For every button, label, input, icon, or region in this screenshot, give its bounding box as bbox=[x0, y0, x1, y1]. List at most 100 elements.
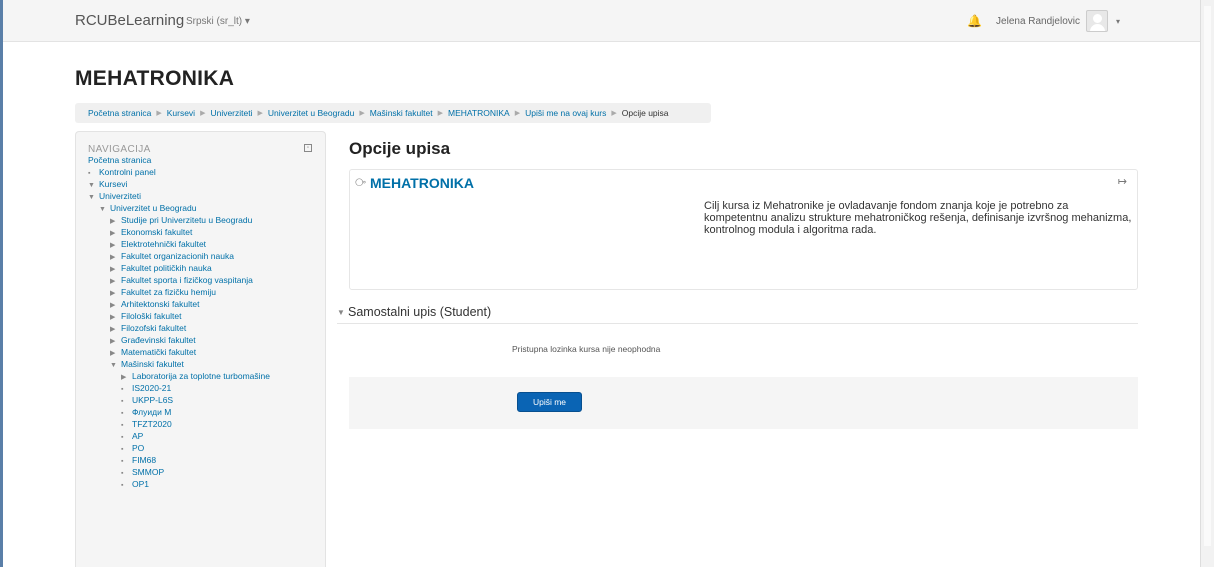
nav-item[interactable]: ▼ Mašinski fakultet bbox=[88, 358, 323, 370]
breadcrumb-item-current: Opcije upisa bbox=[621, 108, 669, 118]
course-icon: ⧂ bbox=[355, 177, 366, 189]
nav-item-label[interactable]: TFZT2020 bbox=[132, 419, 172, 429]
nav-item[interactable]: ▼ Univerziteti bbox=[88, 190, 323, 202]
breadcrumb-item-home[interactable]: Početna stranica bbox=[88, 108, 151, 118]
vertical-scrollbar[interactable] bbox=[1200, 0, 1214, 567]
main-heading: Opcije upisa bbox=[349, 139, 451, 158]
nav-item-label[interactable]: Studije pri Univerzitetu u Beogradu bbox=[121, 215, 252, 225]
breadcrumb-item-universities[interactable]: Univerziteti bbox=[210, 108, 252, 118]
breadcrumb-separator-icon: ▶ bbox=[359, 110, 365, 117]
breadcrumb-item-university-belgrade[interactable]: Univerzitet u Beogradu bbox=[268, 108, 354, 118]
nav-item-label[interactable]: Filološki fakultet bbox=[121, 311, 181, 321]
self-enrol-section-header[interactable]: ▼ Samostalni upis (Student) bbox=[337, 302, 1138, 324]
nav-item[interactable]: ▼ Univerzitet u Beogradu bbox=[88, 202, 323, 214]
nav-item[interactable]: ▪ SMMOP bbox=[88, 466, 323, 478]
nav-item-label[interactable]: Fakultet sporta i fizičkog vaspitanja bbox=[121, 275, 253, 285]
nav-item-label[interactable]: UKPP-L6S bbox=[132, 395, 173, 405]
navigation-block: NAVIGACIJA ▫ Početna stranica ▪ Kontrolni… bbox=[75, 131, 326, 567]
nav-item-label[interactable]: FIM68 bbox=[132, 455, 156, 465]
nav-item[interactable]: ▪ TFZT2020 bbox=[88, 418, 323, 430]
nav-item[interactable]: ▪ UKPP-L6S bbox=[88, 394, 323, 406]
nav-item-label[interactable]: Fakultet političkih nauka bbox=[121, 263, 212, 273]
nav-item-label[interactable]: Флуиди М bbox=[132, 407, 171, 417]
user-name[interactable]: Jelena Randjelovic bbox=[996, 16, 1080, 27]
nav-item[interactable]: ▶ Fakultet organizacionih nauka bbox=[88, 250, 323, 262]
course-box: ⧂ MEHATRONIKA ↦ Cilj kursa iz Mehatronik… bbox=[349, 169, 1138, 290]
breadcrumb-item-course[interactable]: MEHATRONIKA bbox=[448, 108, 510, 118]
nav-item[interactable]: ▪ Флуиди М bbox=[88, 406, 323, 418]
window-frame-left bbox=[0, 0, 3, 567]
nav-item-label[interactable]: Ekonomski fakultet bbox=[121, 227, 192, 237]
chevron-down-icon[interactable]: ▼ bbox=[337, 308, 345, 317]
scrollbar-thumb[interactable] bbox=[1204, 6, 1211, 546]
chevron-down-icon[interactable]: ▾ bbox=[1116, 17, 1120, 26]
nav-item[interactable]: ▶ Elektrotehnički fakultet bbox=[88, 238, 323, 250]
enrol-icon: ↦ bbox=[1117, 176, 1127, 188]
nav-item[interactable]: ▶ Građevinski fakultet bbox=[88, 334, 323, 346]
nav-item-label[interactable]: PO bbox=[132, 443, 144, 453]
nav-item-label[interactable]: Mašinski fakultet bbox=[121, 359, 184, 369]
course-name-link[interactable]: MEHATRONIKA bbox=[370, 175, 474, 191]
nav-item-label[interactable]: Laboratorija za toplotne turbomašine bbox=[132, 371, 270, 381]
nav-item[interactable]: ▶ Filološki fakultet bbox=[88, 310, 323, 322]
enrol-me-button[interactable]: Upiši me bbox=[517, 392, 582, 412]
nav-item[interactable]: ▪ OP1 bbox=[88, 478, 323, 490]
section-title[interactable]: Samostalni upis (Student) bbox=[348, 305, 491, 319]
dock-icon[interactable]: ▫ bbox=[304, 144, 312, 152]
nav-item[interactable]: ▶ Filozofski fakultet bbox=[88, 322, 323, 334]
breadcrumb-item-courses[interactable]: Kursevi bbox=[167, 108, 195, 118]
site-brand-link[interactable]: RCUBeLearning bbox=[75, 12, 184, 29]
breadcrumb-separator-icon: ▶ bbox=[200, 110, 206, 117]
breadcrumb-item-faculty[interactable]: Mašinski fakultet bbox=[370, 108, 433, 118]
nav-item[interactable]: ▶ Fakultet za fizičku hemiju bbox=[88, 286, 323, 298]
chevron-down-icon[interactable]: ▼ bbox=[88, 192, 99, 204]
course-summary: Cilj kursa iz Mehatronike je ovladavanje… bbox=[704, 200, 1132, 236]
language-menu[interactable]: Srpski (sr_lt) ▾ bbox=[186, 16, 250, 27]
avatar[interactable] bbox=[1085, 10, 1108, 32]
nav-item-label[interactable]: OP1 bbox=[132, 479, 149, 489]
user-menu[interactable]: 🔔 Jelena Randjelovic ▾ bbox=[967, 8, 1120, 34]
nav-item-label[interactable]: Elektrotehnički fakultet bbox=[121, 239, 206, 249]
nav-item[interactable]: ▶ Ekonomski fakultet bbox=[88, 226, 323, 238]
nav-item-label[interactable]: Filozofski fakultet bbox=[121, 323, 186, 333]
breadcrumb-item-enrol[interactable]: Upiši me na ovaj kurs bbox=[525, 108, 606, 118]
nav-item-label[interactable]: Matematički fakultet bbox=[121, 347, 196, 357]
nav-item-label[interactable]: Fakultet organizacionih nauka bbox=[121, 251, 234, 261]
nav-item[interactable]: ▶ Laboratorija za toplotne turbomašine bbox=[88, 370, 323, 382]
nav-item-label[interactable]: Početna stranica bbox=[88, 155, 151, 165]
nav-item-label[interactable]: Kontrolni panel bbox=[99, 167, 156, 177]
nav-item-label[interactable]: IS2020-21 bbox=[132, 383, 171, 393]
breadcrumb: Početna stranica ▶ Kursevi ▶ Univerzitet… bbox=[75, 103, 711, 123]
bullet-icon: ▪ bbox=[121, 482, 124, 489]
nav-item[interactable]: ▪ IS2020-21 bbox=[88, 382, 323, 394]
bell-icon[interactable]: 🔔 bbox=[967, 14, 982, 28]
top-navbar: RCUBeLearning Srpski (sr_lt) ▾ 🔔 Jelena … bbox=[3, 0, 1200, 42]
nav-item[interactable]: ▪ Kontrolni panel bbox=[88, 166, 323, 178]
breadcrumb-separator-icon: ▶ bbox=[156, 110, 162, 117]
chevron-down-icon[interactable]: ▼ bbox=[110, 360, 121, 372]
no-key-notice: Pristupna lozinka kursa nije neophodna bbox=[512, 344, 661, 354]
nav-item-label[interactable]: Građevinski fakultet bbox=[121, 335, 196, 345]
nav-item[interactable]: ▪ AP bbox=[88, 430, 323, 442]
navigation-tree: Početna stranica ▪ Kontrolni panel ▼ Kursev… bbox=[88, 154, 323, 490]
nav-item[interactable]: ▼ Kursevi bbox=[88, 178, 323, 190]
nav-item-label[interactable]: Univerzitet u Beogradu bbox=[110, 203, 196, 213]
nav-item-label[interactable]: Univerziteti bbox=[99, 191, 141, 201]
nav-item[interactable]: ▪ PO bbox=[88, 442, 323, 454]
nav-item-label[interactable]: Kursevi bbox=[99, 179, 127, 189]
breadcrumb-separator-icon: ▶ bbox=[257, 110, 263, 117]
nav-item[interactable]: ▶ Fakultet sporta i fizičkog vaspitanja bbox=[88, 274, 323, 286]
nav-item[interactable]: ▪ FIM68 bbox=[88, 454, 323, 466]
nav-item-home[interactable]: Početna stranica bbox=[88, 154, 323, 166]
nav-item-label[interactable]: AP bbox=[132, 431, 143, 441]
nav-item-label[interactable]: Arhitektonski fakultet bbox=[121, 299, 199, 309]
nav-item-label[interactable]: SMMOP bbox=[132, 467, 164, 477]
nav-item-label[interactable]: Fakultet za fizičku hemiju bbox=[121, 287, 216, 297]
breadcrumb-separator-icon: ▶ bbox=[514, 110, 521, 117]
nav-item[interactable]: ▶ Fakultet političkih nauka bbox=[88, 262, 323, 274]
form-action-bar: Upiši me bbox=[349, 377, 1138, 429]
chevron-down-icon[interactable]: ▼ bbox=[99, 204, 110, 216]
nav-item[interactable]: ▶ Studije pri Univerzitetu u Beogradu bbox=[88, 214, 323, 226]
nav-item[interactable]: ▶ Matematički fakultet bbox=[88, 346, 323, 358]
nav-item[interactable]: ▶ Arhitektonski fakultet bbox=[88, 298, 323, 310]
